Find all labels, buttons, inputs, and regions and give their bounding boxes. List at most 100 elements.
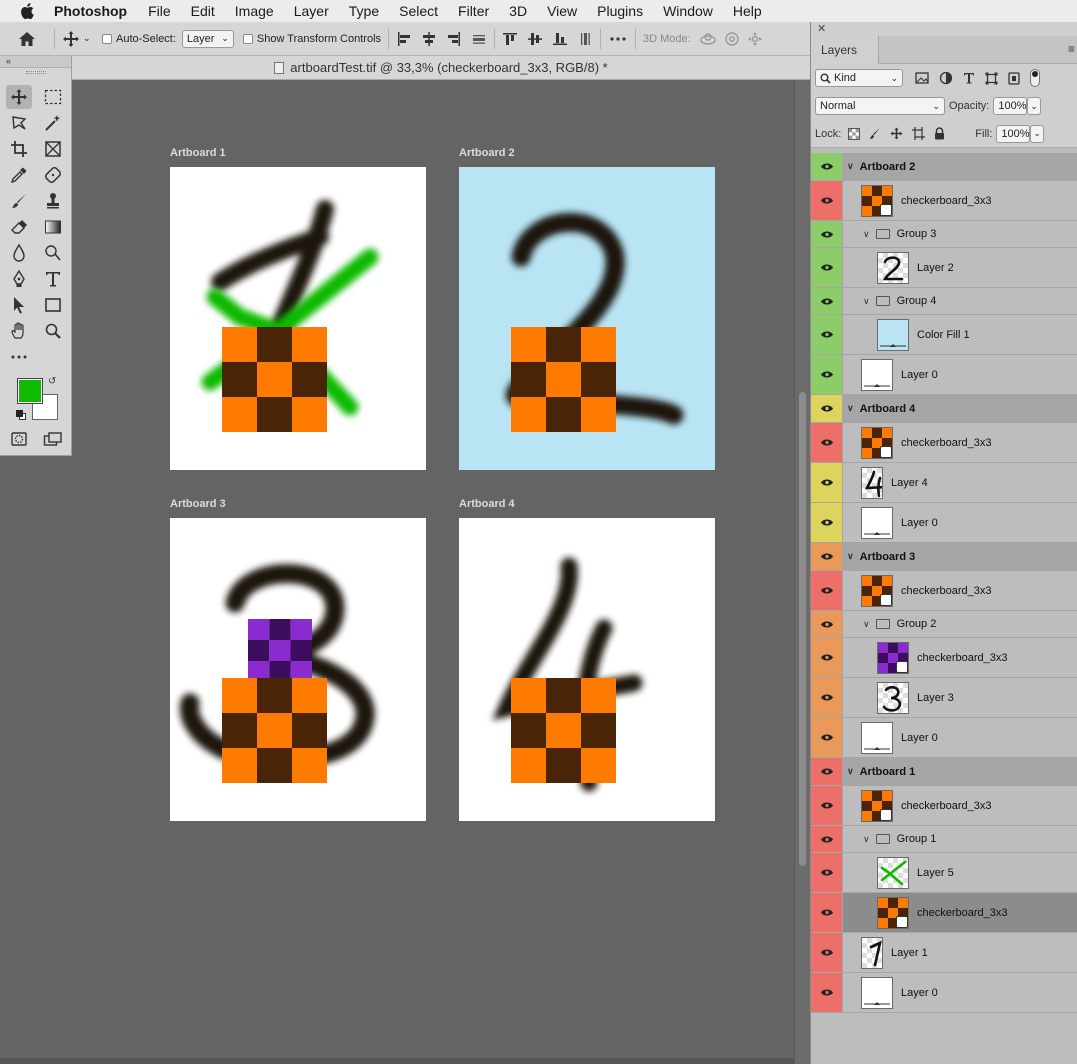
artboard-label[interactable]: Artboard 1 bbox=[170, 147, 226, 159]
artboard-3[interactable] bbox=[170, 518, 426, 821]
layer-row[interactable]: checkerboard_3x3 bbox=[811, 786, 1077, 826]
artboard-label[interactable]: Artboard 3 bbox=[170, 498, 226, 510]
pan-3d-icon[interactable] bbox=[747, 31, 763, 47]
visibility-eye-icon[interactable] bbox=[811, 826, 843, 852]
move-tool-icon[interactable] bbox=[6, 85, 32, 109]
layer-row[interactable]: Layer 0 bbox=[811, 503, 1077, 543]
path-selection-tool-icon[interactable] bbox=[6, 293, 32, 317]
distribute-icon[interactable] bbox=[471, 31, 487, 47]
expand-chevron-icon[interactable]: ∨ bbox=[847, 161, 854, 172]
layer-row[interactable]: Layer 0 bbox=[811, 718, 1077, 758]
artboard-1[interactable] bbox=[170, 167, 426, 470]
move-tool-preset-icon[interactable]: ⌄ bbox=[62, 30, 98, 48]
type-tool-icon[interactable] bbox=[40, 267, 66, 291]
visibility-eye-icon[interactable] bbox=[811, 355, 843, 394]
menu-view[interactable]: View bbox=[537, 3, 587, 19]
opacity-input[interactable]: 100% bbox=[993, 97, 1028, 115]
layer-content[interactable]: ∨ Artboard 4 bbox=[843, 395, 1077, 422]
visibility-eye-icon[interactable] bbox=[811, 973, 843, 1012]
visibility-eye-icon[interactable] bbox=[811, 718, 843, 757]
menu-edit[interactable]: Edit bbox=[181, 3, 225, 19]
lasso-tool-icon[interactable] bbox=[6, 111, 32, 135]
app-name[interactable]: Photoshop bbox=[54, 3, 138, 19]
tools-panel-collapse-icon[interactable]: « bbox=[0, 56, 71, 68]
panel-menu-icon[interactable]: ≡ bbox=[1068, 42, 1075, 56]
layer-content[interactable]: ∨ Artboard 2 bbox=[843, 153, 1077, 180]
artboard-label[interactable]: Artboard 4 bbox=[459, 498, 515, 510]
adjustment-filter-icon[interactable] bbox=[939, 71, 953, 85]
group-row[interactable]: ∨ Group 2 bbox=[811, 611, 1077, 638]
artboard-4[interactable] bbox=[459, 518, 715, 821]
layer-row[interactable]: checkerboard_3x3 bbox=[811, 571, 1077, 611]
brush-tool-icon[interactable] bbox=[6, 189, 32, 213]
fill-input[interactable]: 100% bbox=[996, 124, 1031, 143]
layer-row[interactable]: Color Fill 1 bbox=[811, 315, 1077, 355]
layer-row[interactable]: Layer 3 bbox=[811, 678, 1077, 718]
magic-wand-tool-icon[interactable] bbox=[40, 111, 66, 135]
blend-mode-dropdown[interactable]: Normal ⌄ bbox=[815, 97, 945, 115]
auto-select-dropdown[interactable]: Layer ⌄ bbox=[181, 29, 234, 48]
menu-select[interactable]: Select bbox=[389, 3, 448, 19]
layer-row[interactable]: Layer 4 bbox=[811, 463, 1077, 503]
stamp-tool-icon[interactable] bbox=[40, 189, 66, 213]
layer-row[interactable]: checkerboard_3x3 bbox=[811, 181, 1077, 221]
artboard-row[interactable]: ∨ Artboard 1 bbox=[811, 758, 1077, 786]
orbit-3d-icon[interactable] bbox=[699, 31, 717, 47]
expand-chevron-icon[interactable]: ∨ bbox=[863, 229, 870, 240]
filter-kind-dropdown[interactable]: Kind ⌄ bbox=[815, 69, 903, 87]
layer-content[interactable]: checkerboard_3x3 bbox=[843, 893, 1077, 932]
menu-type[interactable]: Type bbox=[339, 3, 389, 19]
blur-tool-icon[interactable] bbox=[6, 241, 32, 265]
expand-chevron-icon[interactable]: ∨ bbox=[863, 834, 870, 845]
pen-tool-icon[interactable] bbox=[6, 267, 32, 291]
layer-content[interactable]: ∨ Group 2 bbox=[843, 611, 1077, 637]
artboard-row[interactable]: ∨ Artboard 2 bbox=[811, 153, 1077, 181]
visibility-eye-icon[interactable] bbox=[811, 786, 843, 825]
more-options-icon[interactable] bbox=[608, 36, 628, 41]
layer-row[interactable]: Layer 0 bbox=[811, 973, 1077, 1013]
visibility-eye-icon[interactable] bbox=[811, 423, 843, 462]
menu-3d[interactable]: 3D bbox=[499, 3, 537, 19]
lock-image-pixels-icon[interactable] bbox=[869, 127, 881, 140]
visibility-eye-icon[interactable] bbox=[811, 221, 843, 247]
layer-content[interactable]: Layer 5 bbox=[843, 853, 1077, 892]
lock-transparent-pixels-icon[interactable] bbox=[848, 127, 861, 140]
opacity-dropdown-button[interactable]: ⌄ bbox=[1027, 97, 1042, 115]
layer-content[interactable]: checkerboard_3x3 bbox=[843, 423, 1077, 462]
hand-tool-icon[interactable] bbox=[6, 319, 32, 343]
expand-chevron-icon[interactable]: ∨ bbox=[847, 403, 854, 414]
canvas-vertical-scrollbar[interactable] bbox=[794, 80, 810, 1064]
gradient-tool-icon[interactable] bbox=[40, 215, 66, 239]
align-vertical-center-icon[interactable] bbox=[527, 31, 543, 47]
visibility-eye-icon[interactable] bbox=[811, 893, 843, 932]
visibility-eye-icon[interactable] bbox=[811, 248, 843, 287]
panel-grip[interactable] bbox=[26, 71, 46, 74]
menu-plugins[interactable]: Plugins bbox=[587, 3, 653, 19]
layer-row[interactable]: checkerboard_3x3 bbox=[811, 638, 1077, 678]
layer-content[interactable]: Layer 0 bbox=[843, 973, 1077, 1012]
healing-brush-tool-icon[interactable] bbox=[40, 163, 66, 187]
artboard-row[interactable]: ∨ Artboard 3 bbox=[811, 543, 1077, 571]
lock-artboard-icon[interactable] bbox=[912, 127, 926, 140]
type-filter-icon[interactable] bbox=[963, 72, 975, 84]
layer-row[interactable]: Layer 1 bbox=[811, 933, 1077, 973]
checkbox-box[interactable] bbox=[102, 33, 112, 44]
foreground-color-swatch[interactable] bbox=[17, 378, 43, 404]
layer-content[interactable]: Layer 0 bbox=[843, 355, 1077, 394]
layer-content[interactable]: Color Fill 1 bbox=[843, 315, 1077, 354]
group-row[interactable]: ∨ Group 3 bbox=[811, 221, 1077, 248]
visibility-eye-icon[interactable] bbox=[811, 638, 843, 677]
align-left-icon[interactable] bbox=[396, 31, 412, 47]
lock-position-icon[interactable] bbox=[890, 127, 903, 140]
shape-filter-icon[interactable] bbox=[985, 72, 998, 85]
expand-chevron-icon[interactable]: ∨ bbox=[863, 296, 870, 307]
document-tab[interactable]: artboardTest.tif @ 33,3% (checkerboard_3… bbox=[72, 56, 810, 80]
fill-dropdown-button[interactable]: ⌄ bbox=[1030, 124, 1045, 143]
visibility-eye-icon[interactable] bbox=[811, 611, 843, 637]
visibility-eye-icon[interactable] bbox=[811, 678, 843, 717]
align-right-icon[interactable] bbox=[446, 31, 462, 47]
visibility-eye-icon[interactable] bbox=[811, 463, 843, 502]
checkbox-box[interactable] bbox=[242, 33, 253, 44]
close-panel-icon[interactable]: ✕ bbox=[817, 22, 826, 35]
menu-file[interactable]: File bbox=[138, 3, 181, 19]
